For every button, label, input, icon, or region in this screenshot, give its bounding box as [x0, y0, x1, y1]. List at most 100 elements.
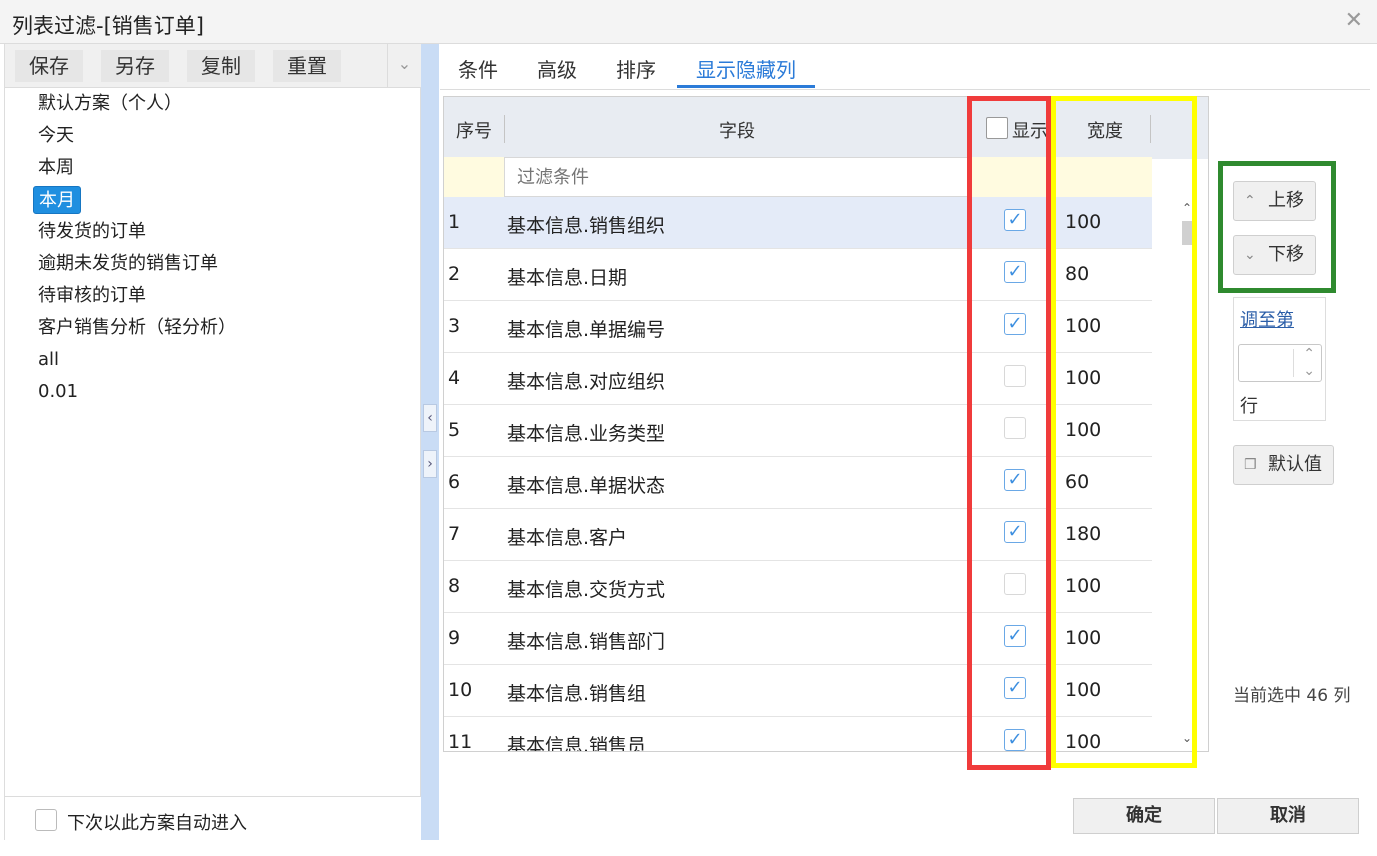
chevron-down-icon[interactable]: ⌄: [387, 44, 421, 87]
panel-splitter[interactable]: ‹ ›: [421, 44, 439, 840]
show-checkbox[interactable]: [1004, 573, 1026, 595]
row-width[interactable]: 100: [1065, 627, 1101, 649]
close-icon[interactable]: ✕: [1345, 8, 1363, 33]
grid-scrollbar[interactable]: ⌃ ⌄: [1182, 197, 1204, 751]
stepper-down-icon[interactable]: ⌄: [1303, 363, 1315, 379]
table-row[interactable]: 6 基本信息.单据状态 ✓ 60: [444, 457, 1152, 509]
scroll-down-icon[interactable]: ⌄: [1182, 731, 1192, 745]
show-checkbox[interactable]: ✓: [1004, 521, 1026, 543]
scheme-item[interactable]: 今天: [33, 122, 79, 150]
row-width[interactable]: 100: [1065, 419, 1101, 441]
row-width[interactable]: 180: [1065, 523, 1101, 545]
chevron-right-icon[interactable]: ›: [423, 450, 437, 478]
reset-button[interactable]: 重置: [273, 50, 341, 82]
tab-sort[interactable]: 排序: [616, 54, 656, 88]
auto-enter-label: 下次以此方案自动进入: [67, 813, 247, 834]
row-field-name: 基本信息.交货方式: [507, 579, 666, 601]
table-row[interactable]: 1 基本信息.销售组织 ✓ 100: [444, 197, 1152, 249]
show-checkbox[interactable]: [1004, 365, 1026, 387]
row-width[interactable]: 100: [1065, 679, 1101, 701]
row-number-stepper[interactable]: ⌃ ⌄: [1238, 344, 1322, 382]
show-checkbox[interactable]: [1004, 417, 1026, 439]
table-row[interactable]: 8 基本信息.交货方式 100: [444, 561, 1152, 613]
scheme-item[interactable]: 本周: [33, 154, 79, 182]
scheme-item[interactable]: 待审核的订单: [33, 282, 151, 310]
table-row[interactable]: 7 基本信息.客户 ✓ 180: [444, 509, 1152, 561]
stepper-separator: [1293, 349, 1294, 377]
scheme-item[interactable]: all: [33, 346, 64, 374]
scheme-item[interactable]: 待发货的订单: [33, 218, 151, 246]
chevron-left-icon[interactable]: ‹: [423, 404, 437, 432]
tab-advanced[interactable]: 高级: [537, 54, 577, 88]
table-row[interactable]: 10 基本信息.销售组 ✓ 100: [444, 665, 1152, 717]
header-separator: [1051, 115, 1052, 143]
row-index: 2: [448, 263, 461, 285]
row-field-name: 基本信息.客户: [507, 527, 628, 549]
table-row[interactable]: 9 基本信息.销售部门 ✓ 100: [444, 613, 1152, 665]
table-row[interactable]: 4 基本信息.对应组织 100: [444, 353, 1152, 405]
chevron-down-icon: ⌄: [1244, 247, 1256, 263]
table-row[interactable]: 5 基本信息.业务类型 100: [444, 405, 1152, 457]
row-width[interactable]: 100: [1065, 315, 1101, 337]
show-checkbox[interactable]: ✓: [1004, 729, 1026, 751]
scheme-toolbar: 保存 另存 复制 重置 ⌄: [5, 44, 421, 88]
show-checkbox[interactable]: ✓: [1004, 313, 1026, 335]
scheme-item[interactable]: 客户销售分析（轻分析）: [33, 314, 241, 342]
scheme-item[interactable]: 逾期未发货的销售订单: [33, 250, 223, 278]
show-checkbox[interactable]: ✓: [1004, 261, 1026, 283]
row-width[interactable]: 60: [1065, 471, 1089, 493]
row-field-name: 基本信息.单据编号: [507, 319, 666, 341]
move-down-label: 下移: [1268, 244, 1304, 265]
table-row[interactable]: 3 基本信息.单据编号 ✓ 100: [444, 301, 1152, 353]
row-field-name: 基本信息.单据状态: [507, 475, 666, 497]
table-row[interactable]: 2 基本信息.日期 ✓ 80: [444, 249, 1152, 301]
table-row[interactable]: 11 基本信息.销售员 ✓ 100: [444, 717, 1152, 751]
scheme-item[interactable]: 默认方案（个人）: [33, 90, 187, 118]
show-checkbox[interactable]: ✓: [1004, 625, 1026, 647]
row-width[interactable]: 100: [1065, 731, 1101, 751]
copy-button[interactable]: 复制: [187, 50, 255, 82]
left-footer: 下次以此方案自动进入: [5, 796, 421, 840]
row-field-name: 基本信息.业务类型: [507, 423, 666, 445]
stepper-up-icon[interactable]: ⌃: [1303, 346, 1315, 362]
columns-grid: 序号 字段 显示 宽度 1 基本信息.销售组织 ✓ 100 2 基本信息.日期 ✓ 80 3 基本…: [443, 96, 1209, 752]
show-checkbox[interactable]: ✓: [1004, 677, 1026, 699]
filter-input[interactable]: [504, 157, 970, 197]
row-width[interactable]: 100: [1065, 367, 1101, 389]
row-width[interactable]: 80: [1065, 263, 1089, 285]
header-width: 宽度: [1087, 121, 1123, 142]
auto-enter-checkbox[interactable]: [35, 809, 57, 831]
save-as-button[interactable]: 另存: [101, 50, 169, 82]
scroll-thumb[interactable]: [1182, 221, 1192, 245]
tab-conditions[interactable]: 条件: [458, 54, 498, 88]
show-checkbox[interactable]: ✓: [1004, 209, 1026, 231]
row-width[interactable]: 100: [1065, 211, 1101, 233]
scheme-item[interactable]: 0.01: [33, 378, 83, 406]
ok-button[interactable]: 确定: [1073, 798, 1215, 834]
tab-show-hide-columns[interactable]: 显示隐藏列: [677, 54, 815, 88]
show-checkbox[interactable]: ✓: [1004, 469, 1026, 491]
scheme-item-selected[interactable]: 本月: [33, 186, 81, 214]
row-index: 9: [448, 627, 461, 649]
cancel-button[interactable]: 取消: [1217, 798, 1359, 834]
default-value-button[interactable]: ❒ 默认值: [1233, 445, 1334, 485]
header-separator: [971, 115, 972, 143]
move-up-button[interactable]: ⌃ 上移: [1233, 181, 1316, 221]
row-index: 4: [448, 367, 461, 389]
grid-header: 序号 字段 显示 宽度: [444, 97, 1208, 159]
chevron-up-icon: ⌃: [1244, 193, 1256, 209]
row-width[interactable]: 100: [1065, 575, 1101, 597]
row-field-name: 基本信息.销售组织: [507, 215, 666, 237]
row-index: 7: [448, 523, 461, 545]
scroll-up-icon[interactable]: ⌃: [1182, 201, 1192, 215]
header-separator: [504, 115, 505, 143]
save-button[interactable]: 保存: [15, 50, 83, 82]
row-suffix-label: 行: [1240, 396, 1258, 417]
row-index: 8: [448, 575, 461, 597]
show-all-checkbox[interactable]: [986, 117, 1008, 139]
move-down-button[interactable]: ⌄ 下移: [1233, 235, 1316, 275]
row-field-name: 基本信息.日期: [507, 267, 628, 289]
header-field: 字段: [719, 121, 755, 142]
goto-row-link[interactable]: 调至第: [1240, 306, 1294, 332]
header-separator: [1150, 115, 1151, 143]
